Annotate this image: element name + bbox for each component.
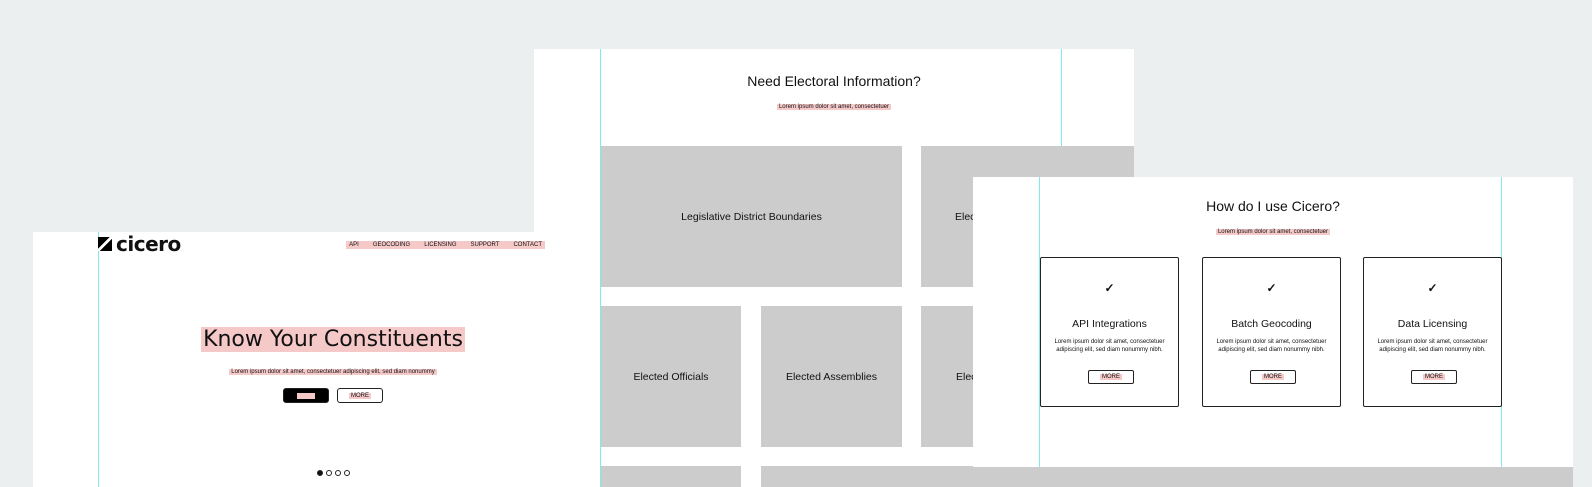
- hero-subtitle: Lorem ipsum dolor sit amet, consectetuer…: [229, 369, 437, 375]
- tile-legislative-district-boundaries[interactable]: Legislative District Boundaries: [601, 146, 902, 287]
- tile-elected-officials[interactable]: Elected Officials: [601, 306, 741, 447]
- card-api-integrations: ✓ API Integrations Lorem ipsum dolor sit…: [1040, 257, 1179, 407]
- card-more-button[interactable]: MORE: [1411, 370, 1457, 384]
- check-icon: ✓: [1104, 281, 1115, 295]
- tile-row3-left[interactable]: [601, 466, 741, 487]
- check-icon: ✓: [1266, 281, 1277, 295]
- nav-item-contact[interactable]: CONTACT: [513, 242, 542, 248]
- carousel-dot-2[interactable]: [325, 470, 332, 476]
- usage-title: How do I use Cicero?: [1206, 198, 1340, 214]
- carousel-dot-1[interactable]: [316, 470, 323, 476]
- card-data-licensing: ✓ Data Licensing Lorem ipsum dolor sit a…: [1363, 257, 1502, 407]
- logo-mark-icon: [98, 237, 112, 251]
- check-icon: ✓: [1427, 281, 1438, 295]
- card-batch-geocoding: ✓ Batch Geocoding Lorem ipsum dolor sit …: [1202, 257, 1341, 407]
- card-more-button[interactable]: MORE: [1088, 370, 1134, 384]
- carousel-dot-4[interactable]: [343, 470, 350, 476]
- hero-buttons: ____ MORE: [33, 388, 566, 403]
- footer-band: [973, 467, 1573, 487]
- carousel-dot-3[interactable]: [334, 470, 341, 476]
- carousel-dots: [33, 470, 566, 476]
- card-title: API Integrations: [1072, 318, 1147, 330]
- tile-elected-assemblies[interactable]: Elected Assemblies: [761, 306, 902, 447]
- card-more-button[interactable]: MORE: [1250, 370, 1296, 384]
- hero-title: Know Your Constituents: [201, 327, 465, 352]
- nav-item-api[interactable]: API: [349, 242, 359, 248]
- hero-more-button[interactable]: MORE: [337, 388, 383, 403]
- nav-item-geocoding[interactable]: GEOCODING: [373, 242, 410, 248]
- card-text: Lorem ipsum dolor sit amet, consectetuer…: [1216, 339, 1327, 353]
- usage-panel: How do I use Cicero? Lorem ipsum dolor s…: [973, 177, 1573, 487]
- nav-item-licensing[interactable]: LICENSING: [424, 242, 456, 248]
- hero-panel: cicero API GEOCODING LICENSING SUPPORT C…: [33, 232, 566, 487]
- card-text: Lorem ipsum dolor sit amet, consectetuer…: [1054, 339, 1165, 353]
- card-title: Data Licensing: [1397, 318, 1468, 330]
- card-title: Batch Geocoding: [1231, 318, 1312, 330]
- cicero-logo[interactable]: cicero: [98, 232, 181, 256]
- electoral-subtitle: Lorem ipsum dolor sit amet, consectetuer: [776, 104, 892, 110]
- hero-primary-button[interactable]: ____: [283, 388, 329, 403]
- card-text: Lorem ipsum dolor sit amet, consectetuer…: [1377, 339, 1488, 353]
- electoral-title: Need Electoral Information?: [747, 73, 921, 89]
- nav-item-support[interactable]: SUPPORT: [471, 242, 500, 248]
- usage-subtitle: Lorem ipsum dolor sit amet, consectetuer: [1215, 229, 1331, 235]
- logo-text: cicero: [116, 232, 181, 256]
- top-nav: API GEOCODING LICENSING SUPPORT CONTACT: [346, 241, 545, 249]
